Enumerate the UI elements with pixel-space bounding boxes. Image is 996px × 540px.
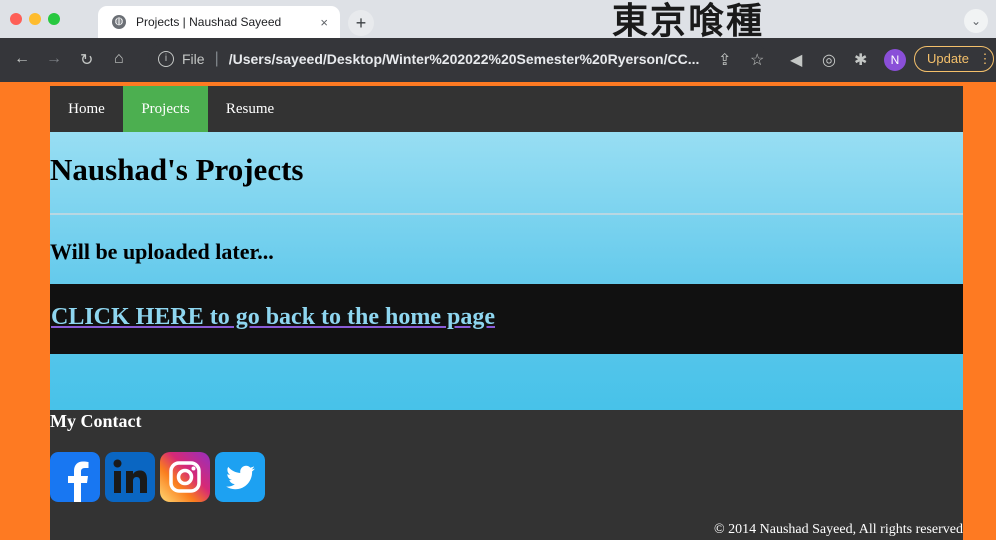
menu-dots-icon: ⋮ [978, 51, 992, 66]
page-container: Home Projects Resume Naushad's Projects … [50, 86, 963, 540]
browser-toolbar: ← → ↻ ⌂ i File | /Users/sayeed/Desktop/W… [0, 38, 996, 82]
home-icon[interactable]: ⌂ [114, 50, 124, 68]
copyright-text: © 2014 Naushad Sayeed, All rights reserv… [714, 522, 963, 537]
tab-close-icon[interactable]: × [320, 15, 328, 30]
contact-heading: My Contact [50, 411, 142, 431]
profile-avatar[interactable]: N [884, 49, 906, 71]
nav-home-link[interactable]: Home [50, 86, 123, 132]
minimize-window-button[interactable] [29, 13, 41, 25]
zoom-window-button[interactable] [48, 13, 60, 25]
bookmark-star-icon[interactable]: ☆ [750, 50, 764, 70]
url-separator: | [214, 50, 219, 67]
browser-tab[interactable]: ◍ Projects | Naushad Sayeed × [98, 6, 340, 38]
instagram-icon[interactable] [160, 452, 210, 502]
nav-projects-link[interactable]: Projects [123, 86, 208, 132]
tab-search-chevron-icon[interactable]: ⌄ [964, 9, 988, 33]
forward-arrow-icon[interactable]: → [46, 50, 62, 68]
linkedin-icon[interactable] [105, 452, 155, 502]
extension-bird-icon[interactable]: ◀ [790, 50, 802, 70]
twitter-icon[interactable] [215, 452, 265, 502]
share-icon[interactable]: ⇪ [718, 50, 731, 70]
extension-fingerprint-icon[interactable]: ◎ [822, 50, 836, 70]
reload-icon[interactable]: ↻ [80, 50, 93, 70]
facebook-icon[interactable] [50, 452, 100, 502]
address-bar[interactable]: i File | /Users/sayeed/Desktop/Winter%20… [148, 44, 768, 74]
close-window-button[interactable] [10, 13, 22, 25]
footer: My Contact © 2014 Naushad Sayeed, All ri… [50, 410, 963, 540]
back-arrow-icon[interactable]: ← [14, 50, 30, 68]
back-to-home-link[interactable]: CLICK HERE to go back to the home page [51, 304, 495, 331]
nav-resume-link[interactable]: Resume [208, 86, 292, 132]
update-button[interactable]: Update ⋮ [914, 46, 994, 72]
url-text[interactable]: /Users/sayeed/Desktop/Winter%202022%20Se… [229, 51, 700, 67]
new-tab-button[interactable]: + [348, 10, 374, 36]
extensions-puzzle-icon[interactable]: ✱ [854, 50, 867, 70]
projects-section: Naushad's Projects Will be uploaded late… [50, 132, 963, 410]
projects-status-text: Will be uploaded later... [50, 239, 274, 264]
back-link-bar: CLICK HERE to go back to the home page [50, 284, 963, 354]
page-title: Naushad's Projects [50, 152, 304, 187]
extension-banner: 東京喰種 [612, 0, 765, 38]
info-icon[interactable]: i [158, 51, 174, 67]
top-navigation: Home Projects Resume [50, 86, 963, 132]
browser-tab-strip: ◍ Projects | Naushad Sayeed × + 東京喰種 ⌄ [0, 0, 996, 38]
url-scheme-label: File [182, 51, 205, 67]
globe-icon: ◍ [112, 15, 126, 29]
title-divider [50, 213, 963, 215]
tab-title: Projects | Naushad Sayeed [136, 15, 282, 29]
